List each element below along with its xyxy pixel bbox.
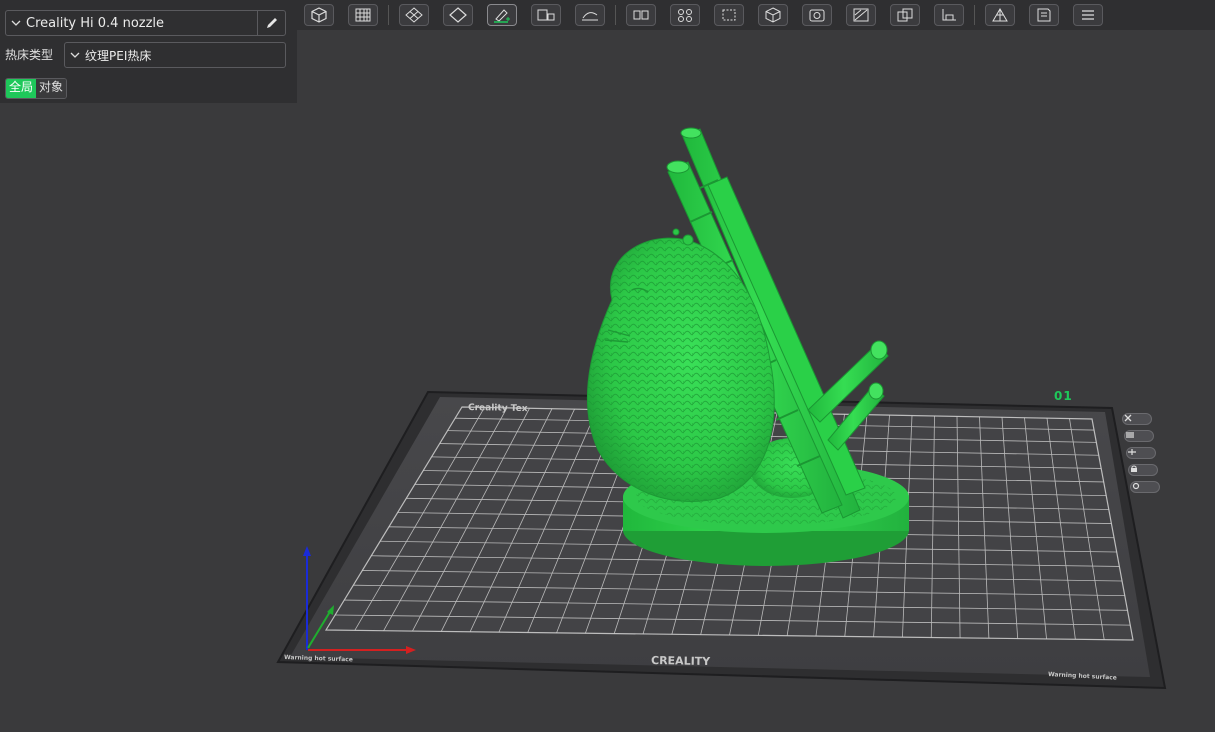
diamond-grid-icon xyxy=(405,7,423,23)
lock-icon xyxy=(1131,465,1137,472)
global-scope-button[interactable]: 全局 xyxy=(6,79,37,98)
close-plate-button[interactable] xyxy=(1122,413,1152,425)
mesh-repair-button[interactable] xyxy=(985,4,1015,26)
mesh-icon xyxy=(992,8,1008,22)
cube-icon xyxy=(311,7,327,23)
grid-icon xyxy=(355,8,371,22)
distribute-button[interactable] xyxy=(670,4,700,26)
frame-icon xyxy=(722,9,736,21)
camera-button[interactable] xyxy=(802,4,832,26)
slash-icon xyxy=(853,8,869,22)
curve-button[interactable] xyxy=(575,4,605,26)
book-icon xyxy=(1037,8,1051,22)
printer-name: Creality Hi 0.4 nozzle xyxy=(26,15,165,31)
printer-selector[interactable]: Creality Hi 0.4 nozzle xyxy=(5,10,286,36)
auto-orient-button[interactable] xyxy=(399,4,429,26)
toolbar-separator xyxy=(974,5,975,25)
bed-type-value: 纹理PEI热床 xyxy=(85,48,152,63)
layout-icon xyxy=(537,9,555,21)
curve-icon xyxy=(582,12,598,21)
scene: CREALITYCreality TexWarning hot surfaceW… xyxy=(276,127,1167,690)
chevron-down-icon xyxy=(6,10,26,36)
list-icon xyxy=(1126,432,1134,438)
layout-button[interactable] xyxy=(531,4,561,26)
cube-view-icon xyxy=(765,7,781,23)
grid-button[interactable] xyxy=(348,4,378,26)
chevron-down-icon xyxy=(65,42,85,68)
paint-support-button[interactable] xyxy=(487,4,517,26)
bed-type-select[interactable]: 纹理PEI热床 xyxy=(64,42,286,68)
settings-panel: Creality Hi 0.4 nozzle 热床类型 纹理PEI热床 全局 对… xyxy=(0,0,297,103)
plane-icon xyxy=(942,9,956,21)
arrange-button[interactable] xyxy=(443,4,473,26)
orient-plate-button[interactable] xyxy=(1126,447,1156,459)
toolbar-separator xyxy=(615,5,616,25)
split-icon xyxy=(633,10,649,20)
menu-icon xyxy=(1082,10,1094,20)
add-cube-button[interactable] xyxy=(304,4,334,26)
3d-viewport[interactable]: CREALITY Creality Tex Warning hot surface W… xyxy=(0,0,1215,732)
pen-add-icon xyxy=(494,9,510,23)
plate-number-label[interactable]: 01 xyxy=(1054,389,1073,403)
stack-icon xyxy=(897,8,913,22)
view-cube-button[interactable] xyxy=(758,4,788,26)
diamond-icon xyxy=(449,7,467,23)
cut-button[interactable] xyxy=(846,4,876,26)
pencil-icon xyxy=(266,18,277,28)
plate-brand-text: CREALITY xyxy=(651,654,711,668)
object-scope-button[interactable]: 对象 xyxy=(36,79,67,98)
gear-icon xyxy=(1132,482,1140,490)
plate-settings-button[interactable] xyxy=(1130,481,1160,493)
model[interactable] xyxy=(586,127,909,566)
close-icon xyxy=(1124,414,1132,422)
guide-button[interactable] xyxy=(1029,4,1059,26)
split-button[interactable] xyxy=(626,4,656,26)
boolean-button[interactable] xyxy=(890,4,920,26)
bed-type-label: 热床类型 xyxy=(5,48,54,62)
menu-button[interactable] xyxy=(1073,4,1103,26)
toolbar-separator xyxy=(388,5,389,25)
camera-icon xyxy=(809,9,825,22)
top-toolbar xyxy=(297,0,1215,30)
edit-printer-button[interactable] xyxy=(257,11,285,35)
arrange-plate-button[interactable] xyxy=(1124,430,1154,442)
move-icon xyxy=(1128,449,1136,455)
bounding-box-button[interactable] xyxy=(714,4,744,26)
plate-top-left-text: Creality Tex xyxy=(468,403,528,414)
scope-toggle: 全局 对象 xyxy=(5,78,68,99)
place-on-face-button[interactable] xyxy=(934,4,964,26)
arrange-icon xyxy=(678,9,692,22)
lock-plate-button[interactable] xyxy=(1128,464,1158,476)
